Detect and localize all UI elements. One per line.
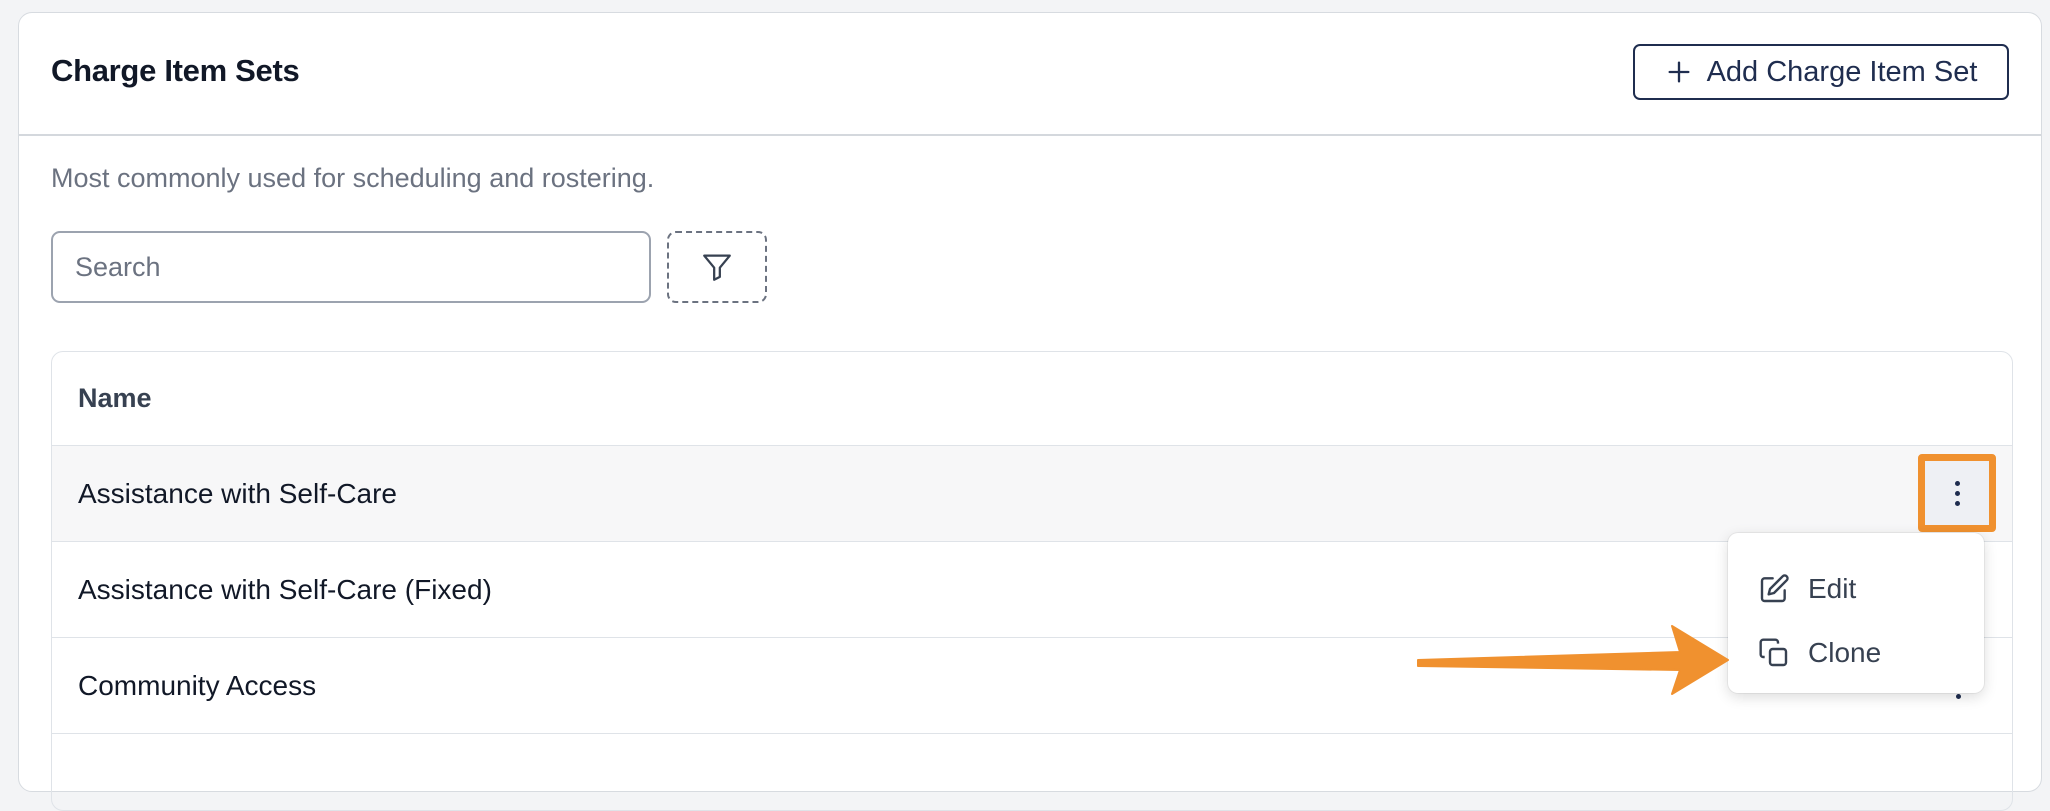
column-header-name[interactable]: Name (52, 352, 2012, 446)
charge-item-sets-table: Name Assistance with Self-Care Assistanc… (51, 351, 2013, 811)
more-vertical-icon (1954, 480, 1960, 506)
row-name: Assistance with Self-Care (78, 477, 398, 509)
row-actions-menu: Edit Clone (1728, 533, 1984, 693)
menu-item-edit[interactable]: Edit (1728, 557, 1984, 621)
row-name: Community Access (78, 669, 317, 701)
filter-icon (703, 254, 731, 281)
plus-icon (1668, 61, 1690, 83)
row-name: Assistance with Self-Care (Fixed) (78, 573, 492, 605)
menu-item-label: Clone (1808, 637, 1882, 668)
search-input[interactable] (51, 231, 651, 303)
page-title: Charge Item Sets (51, 53, 300, 88)
menu-item-clone[interactable]: Clone (1728, 621, 1984, 685)
row-actions-button[interactable] (1918, 454, 1996, 532)
table-row[interactable]: Assistance with Self-Care (52, 446, 2012, 542)
card-header: Charge Item Sets Add Charge Item Set (19, 13, 2041, 136)
menu-item-label: Edit (1808, 573, 1857, 604)
annotation-arrow-icon (1417, 625, 1729, 695)
add-charge-item-set-button[interactable]: Add Charge Item Set (1633, 44, 2009, 100)
clone-icon (1759, 638, 1788, 667)
table-row[interactable] (52, 734, 2012, 810)
page-subtitle: Most commonly used for scheduling and ro… (51, 163, 655, 193)
edit-icon (1760, 574, 1789, 603)
filter-button[interactable] (667, 231, 767, 303)
add-button-label: Add Charge Item Set (1706, 55, 1978, 88)
